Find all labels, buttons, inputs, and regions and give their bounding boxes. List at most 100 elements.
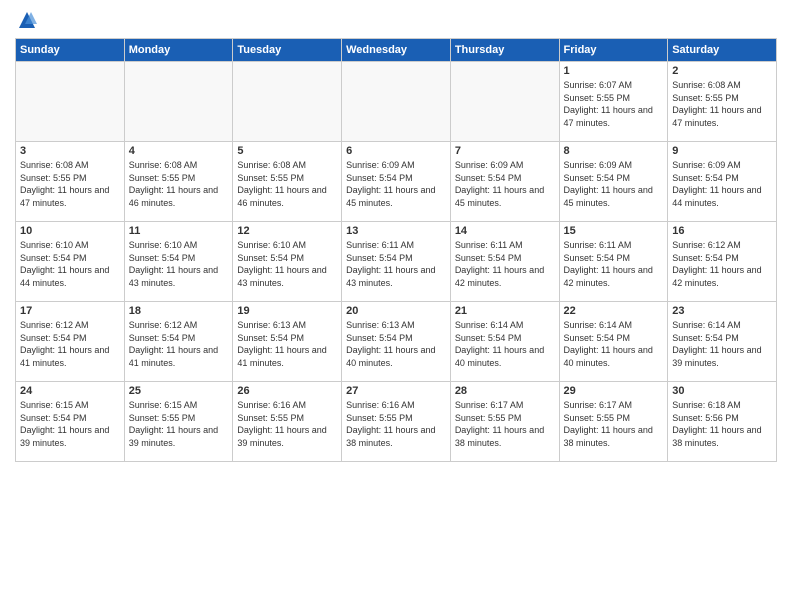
day-info: Sunrise: 6:11 AMSunset: 5:54 PMDaylight:… [346,239,446,289]
page: SundayMondayTuesdayWednesdayThursdayFrid… [0,0,792,612]
calendar-cell: 4 Sunrise: 6:08 AMSunset: 5:55 PMDaylight… [124,142,233,222]
day-number: 9 [672,145,772,157]
day-number: 19 [237,305,337,317]
calendar-week-5: 24 Sunrise: 6:15 AMSunset: 5:54 PMDayligh… [16,382,777,462]
day-number: 4 [129,145,229,157]
day-number: 25 [129,385,229,397]
calendar-cell: 27 Sunrise: 6:16 AMSunset: 5:55 PMDayligh… [342,382,451,462]
logo-icon [17,10,37,30]
day-info: Sunrise: 6:11 AMSunset: 5:54 PMDaylight:… [564,239,664,289]
calendar-cell: 26Sunrise: 6:16 AMSunset: 5:55 PMDayligh… [233,382,342,462]
day-info: Sunrise: 6:17 AMSunset: 5:55 PMDaylight:… [455,399,555,449]
day-number: 5 [237,145,337,157]
day-info: Sunrise: 6:12 AMSunset: 5:54 PMDaylight:… [672,239,772,289]
day-info: Sunrise: 6:13 AMSunset: 5:54 PMDaylight:… [237,319,337,369]
calendar-cell: 8Sunrise: 6:09 AMSunset: 5:54 PMDaylight… [559,142,668,222]
day-info: Sunrise: 6:14 AMSunset: 5:54 PMDaylight:… [564,319,664,369]
calendar-header-monday: Monday [124,39,233,62]
day-number: 2 [672,65,772,77]
day-number: 3 [20,145,120,157]
day-number: 11 [129,225,229,237]
day-number: 10 [20,225,120,237]
day-number: 17 [20,305,120,317]
day-info: Sunrise: 6:08 AMSunset: 5:55 PMDaylight:… [672,79,772,129]
day-info: Sunrise: 6:09 AMSunset: 5:54 PMDaylight:… [564,159,664,209]
day-info: Sunrise: 6:14 AMSunset: 5:54 PMDaylight:… [672,319,772,369]
day-info: Sunrise: 6:12 AMSunset: 5:54 PMDaylight:… [20,319,120,369]
calendar-cell: 30 Sunrise: 6:18 AMSunset: 5:56 PMDayligh… [668,382,777,462]
day-number: 15 [564,225,664,237]
day-number: 16 [672,225,772,237]
calendar-cell: 15 Sunrise: 6:11 AMSunset: 5:54 PMDayligh… [559,222,668,302]
day-info: Sunrise: 6:08 AMSunset: 5:55 PMDaylight:… [129,159,229,209]
logo [15,10,37,30]
day-info: Sunrise: 6:17 AMSunset: 5:55 PMDaylight:… [564,399,664,449]
day-number: 18 [129,305,229,317]
day-info: Sunrise: 6:12 AMSunset: 5:54 PMDaylight:… [129,319,229,369]
day-number: 24 [20,385,120,397]
day-info: Sunrise: 6:09 AMSunset: 5:54 PMDaylight:… [346,159,446,209]
calendar-week-2: 3 Sunrise: 6:08 AMSunset: 5:55 PMDaylight… [16,142,777,222]
day-number: 27 [346,385,446,397]
day-info: Sunrise: 6:08 AMSunset: 5:55 PMDaylight:… [20,159,120,209]
day-info: Sunrise: 6:07 AMSunset: 5:55 PMDaylight:… [564,79,664,129]
calendar-cell: 7Sunrise: 6:09 AMSunset: 5:54 PMDaylight… [450,142,559,222]
calendar-header-thursday: Thursday [450,39,559,62]
day-info: Sunrise: 6:09 AMSunset: 5:54 PMDaylight:… [672,159,772,209]
calendar-header-tuesday: Tuesday [233,39,342,62]
calendar-cell: 13 Sunrise: 6:11 AMSunset: 5:54 PMDayligh… [342,222,451,302]
day-info: Sunrise: 6:13 AMSunset: 5:54 PMDaylight:… [346,319,446,369]
calendar-cell: 6 Sunrise: 6:09 AMSunset: 5:54 PMDaylight… [342,142,451,222]
day-info: Sunrise: 6:16 AMSunset: 5:55 PMDaylight:… [237,399,337,449]
calendar-header-sunday: Sunday [16,39,125,62]
calendar-cell: 21 Sunrise: 6:14 AMSunset: 5:54 PMDayligh… [450,302,559,382]
calendar-cell: 5 Sunrise: 6:08 AMSunset: 5:55 PMDaylight… [233,142,342,222]
calendar-cell: 18 Sunrise: 6:12 AMSunset: 5:54 PMDayligh… [124,302,233,382]
calendar-cell: 17 Sunrise: 6:12 AMSunset: 5:54 PMDayligh… [16,302,125,382]
day-number: 30 [672,385,772,397]
day-info: Sunrise: 6:18 AMSunset: 5:56 PMDaylight:… [672,399,772,449]
day-info: Sunrise: 6:11 AMSunset: 5:54 PMDaylight:… [455,239,555,289]
day-info: Sunrise: 6:15 AMSunset: 5:54 PMDaylight:… [20,399,120,449]
day-number: 14 [455,225,555,237]
calendar-cell: 14 Sunrise: 6:11 AMSunset: 5:54 PMDayligh… [450,222,559,302]
day-number: 28 [455,385,555,397]
calendar-cell [16,62,125,142]
day-number: 22 [564,305,664,317]
day-number: 23 [672,305,772,317]
calendar-cell: 12 Sunrise: 6:10 AMSunset: 5:54 PMDayligh… [233,222,342,302]
calendar-week-4: 17 Sunrise: 6:12 AMSunset: 5:54 PMDayligh… [16,302,777,382]
day-info: Sunrise: 6:10 AMSunset: 5:54 PMDaylight:… [237,239,337,289]
calendar-cell: 2 Sunrise: 6:08 AMSunset: 5:55 PMDaylight… [668,62,777,142]
calendar-week-3: 10 Sunrise: 6:10 AMSunset: 5:54 PMDayligh… [16,222,777,302]
day-info: Sunrise: 6:10 AMSunset: 5:54 PMDaylight:… [20,239,120,289]
day-number: 29 [564,385,664,397]
calendar-cell: 22 Sunrise: 6:14 AMSunset: 5:54 PMDayligh… [559,302,668,382]
day-info: Sunrise: 6:14 AMSunset: 5:54 PMDaylight:… [455,319,555,369]
calendar-week-1: 1 Sunrise: 6:07 AMSunset: 5:55 PMDaylight… [16,62,777,142]
calendar-header-friday: Friday [559,39,668,62]
day-number: 13 [346,225,446,237]
calendar-cell: 20 Sunrise: 6:13 AMSunset: 5:54 PMDayligh… [342,302,451,382]
calendar-cell [450,62,559,142]
calendar-header-row: SundayMondayTuesdayWednesdayThursdayFrid… [16,39,777,62]
calendar-cell: 25Sunrise: 6:15 AMSunset: 5:55 PMDayligh… [124,382,233,462]
day-number: 20 [346,305,446,317]
calendar-cell: 28 Sunrise: 6:17 AMSunset: 5:55 PMDayligh… [450,382,559,462]
day-number: 21 [455,305,555,317]
day-number: 1 [564,65,664,77]
day-info: Sunrise: 6:16 AMSunset: 5:55 PMDaylight:… [346,399,446,449]
header [15,10,777,30]
calendar-cell [124,62,233,142]
calendar-cell: 3 Sunrise: 6:08 AMSunset: 5:55 PMDaylight… [16,142,125,222]
day-number: 7 [455,145,555,157]
day-number: 6 [346,145,446,157]
day-number: 12 [237,225,337,237]
calendar-table: SundayMondayTuesdayWednesdayThursdayFrid… [15,38,777,462]
calendar-cell [233,62,342,142]
calendar-cell: 11Sunrise: 6:10 AMSunset: 5:54 PMDayligh… [124,222,233,302]
day-info: Sunrise: 6:08 AMSunset: 5:55 PMDaylight:… [237,159,337,209]
calendar-header-wednesday: Wednesday [342,39,451,62]
calendar-cell: 10 Sunrise: 6:10 AMSunset: 5:54 PMDayligh… [16,222,125,302]
calendar-cell: 19 Sunrise: 6:13 AMSunset: 5:54 PMDayligh… [233,302,342,382]
